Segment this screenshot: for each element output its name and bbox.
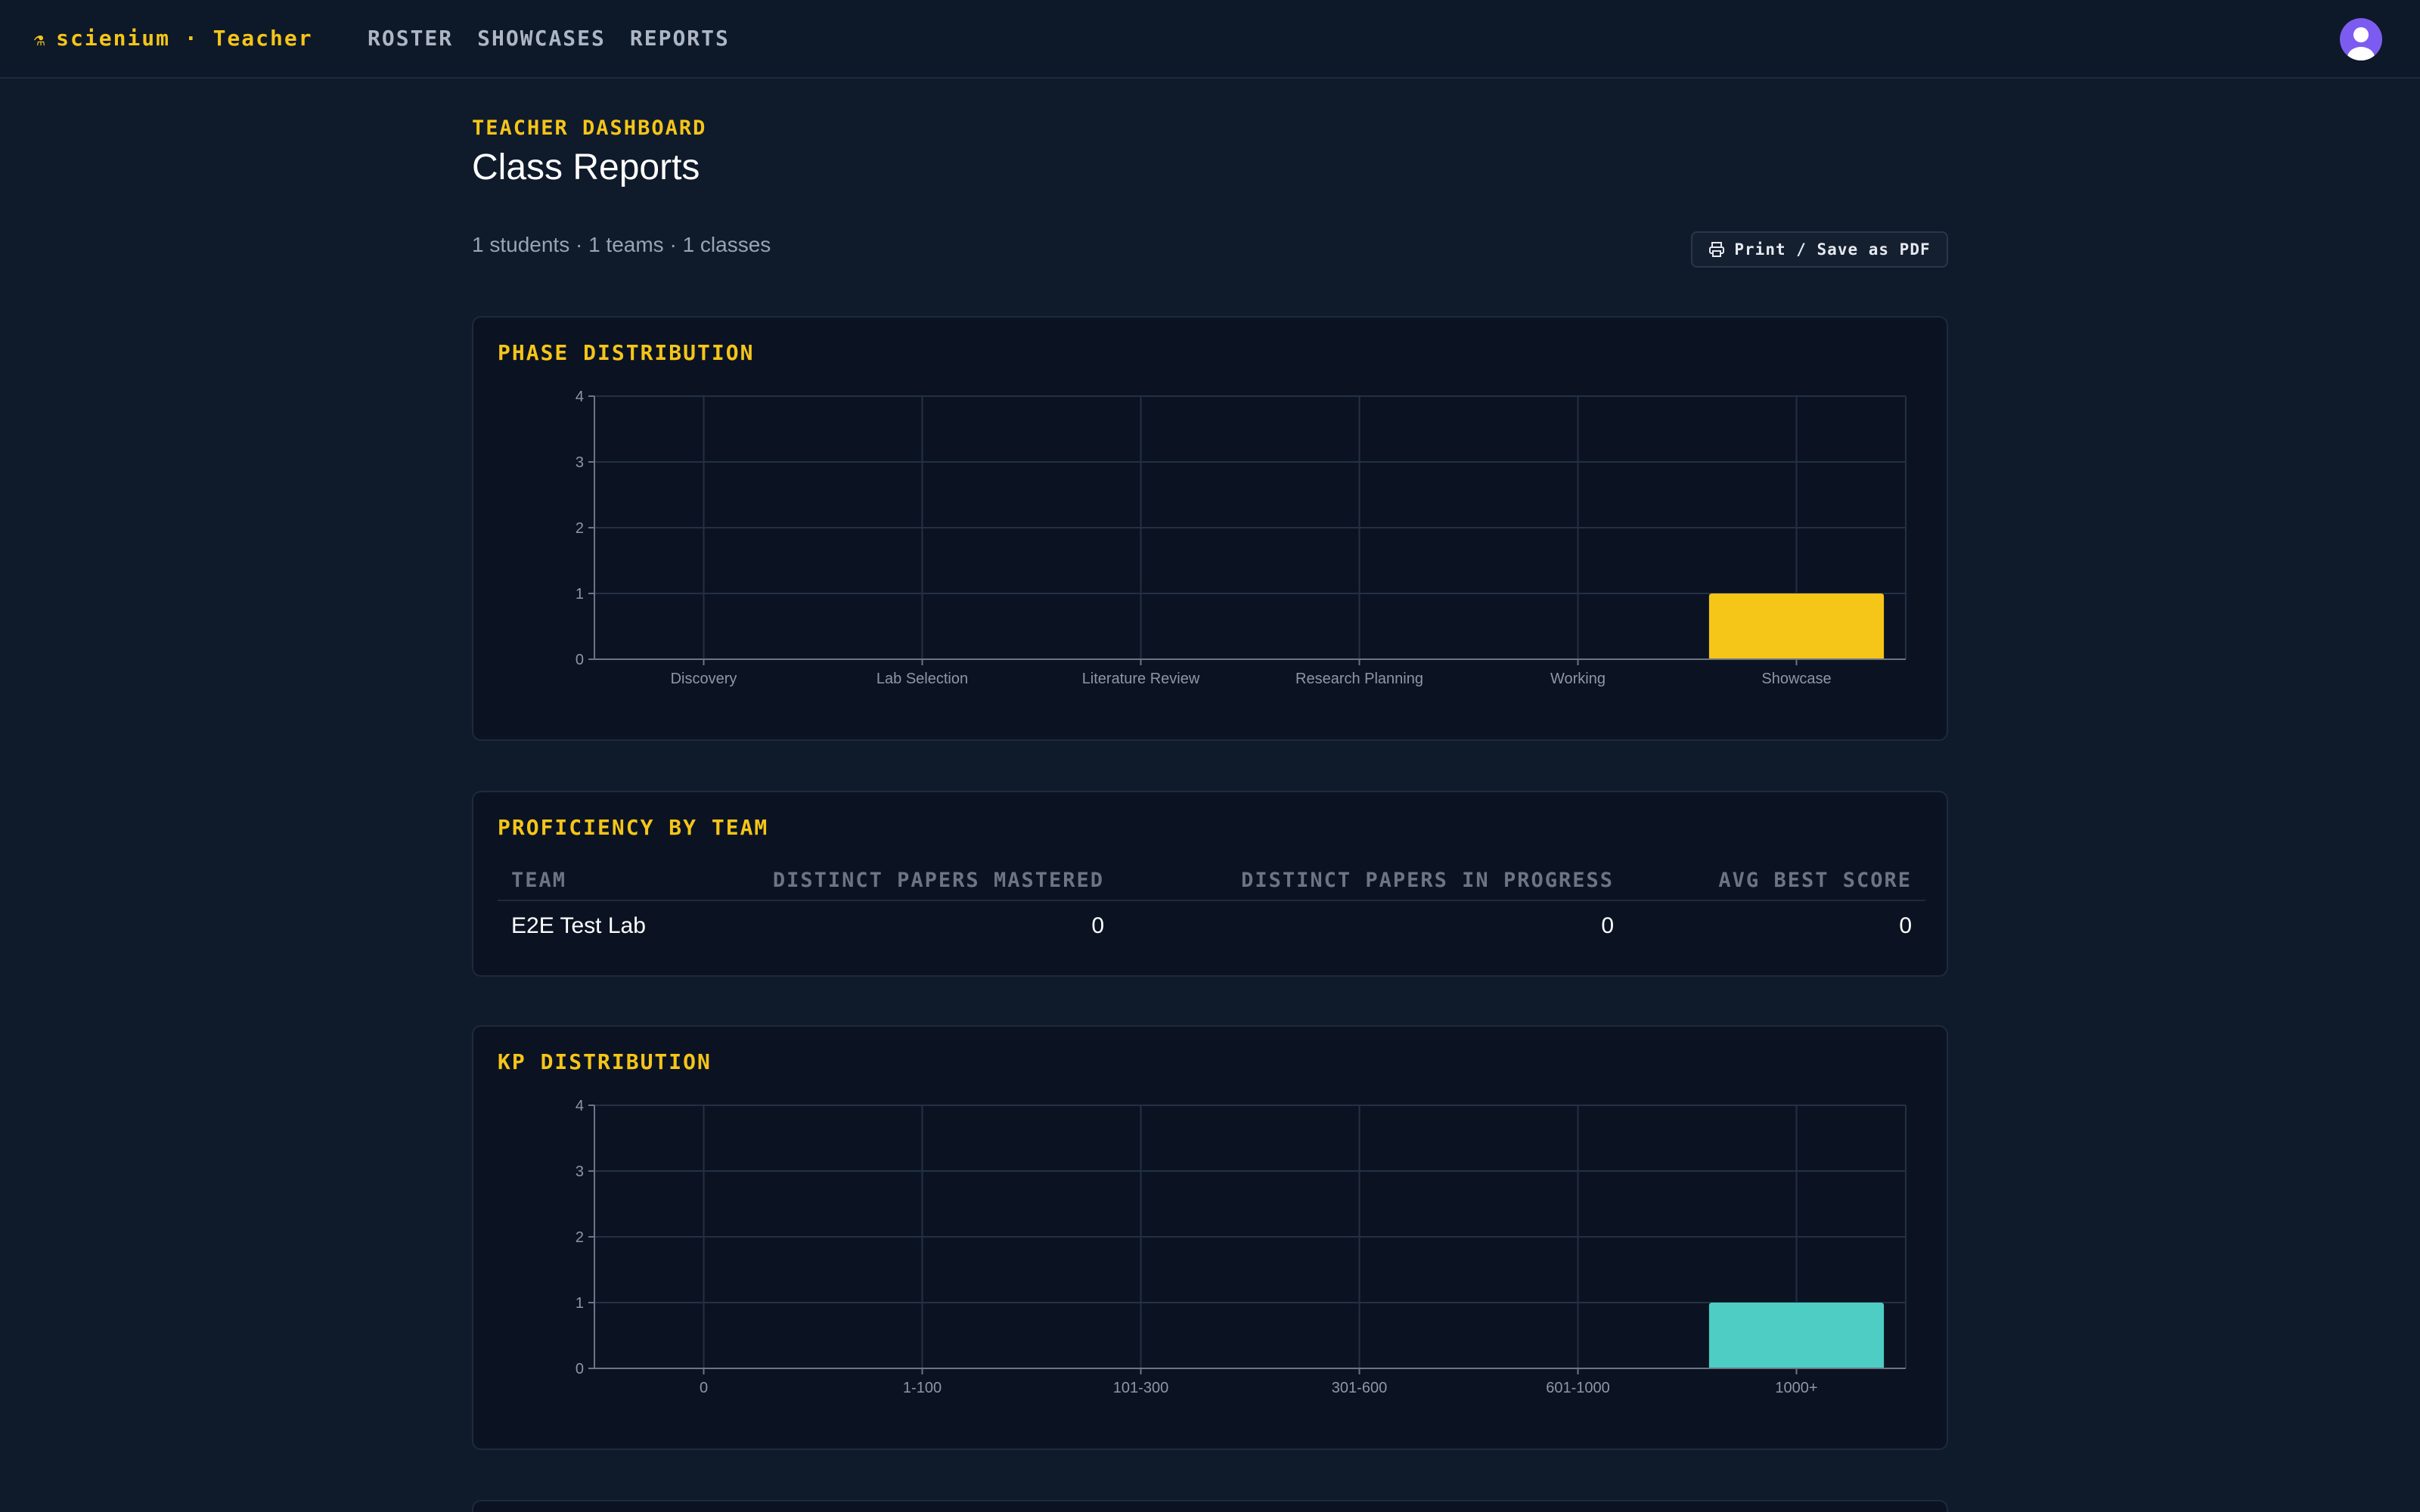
cell-mastered: 0 <box>1091 913 1104 938</box>
cell-avg-best: 0 <box>1899 913 1912 938</box>
phase-bar-showcase[interactable] <box>1708 593 1885 659</box>
top-navigation-bar: ⚗ scienium · Teacher ROSTER SHOWCASES RE… <box>0 0 2420 79</box>
print-button-label: Print / Save as PDF <box>1734 240 1931 259</box>
main-nav: ROSTER SHOWCASES REPORTS <box>368 26 730 51</box>
kp-ytick-label: 1 <box>576 1295 584 1312</box>
phase-xtick-label: Lab Selection <box>876 671 968 687</box>
phase-ytick-label: 3 <box>576 454 584 471</box>
proficiency-by-team-card: PROFICIENCY BY TEAM TEAM DISTINCT PAPERS… <box>472 791 1948 977</box>
cell-in-progress: 0 <box>1601 913 1614 938</box>
proficiency-title: PROFICIENCY BY TEAM <box>498 815 769 840</box>
table-header: TEAM DISTINCT PAPERS MASTERED DISTINCT P… <box>498 860 1925 901</box>
col-team[interactable]: TEAM <box>498 869 724 892</box>
brand[interactable]: ⚗ scienium · Teacher <box>33 26 313 51</box>
kp-bar-1000-[interactable] <box>1708 1303 1885 1368</box>
phase-xtick-label: Research Planning <box>1295 671 1423 687</box>
col-avg-best[interactable]: AVG BEST SCORE <box>1614 869 1912 892</box>
phase-ytick-label: 0 <box>576 652 584 668</box>
kp-ytick-label: 2 <box>576 1229 584 1246</box>
user-avatar[interactable] <box>2340 18 2382 60</box>
kp-xtick-label: 601-1000 <box>1546 1380 1610 1396</box>
flask-icon: ⚗ <box>33 33 48 48</box>
kp-xtick-label: 1-100 <box>903 1380 942 1396</box>
page-title: Class Reports <box>472 147 700 187</box>
proficiency-table: TEAM DISTINCT PAPERS MASTERED DISTINCT P… <box>498 860 1925 951</box>
table-row[interactable]: E2E Test Lab 0 0 0 <box>498 901 1925 951</box>
user-avatar-icon <box>2347 27 2375 60</box>
brand-label: scienium · Teacher <box>56 26 313 51</box>
phase-ytick-label: 1 <box>576 586 584 603</box>
page-eyebrow: TEACHER DASHBOARD <box>472 116 707 140</box>
phase-xtick-label: Working <box>1550 671 1606 687</box>
kp-ytick-label: 0 <box>576 1361 584 1377</box>
col-in-progress[interactable]: DISTINCT PAPERS IN PROGRESS <box>1104 869 1614 892</box>
cell-team: E2E Test Lab <box>511 913 646 938</box>
phase-distribution-card: PHASE DISTRIBUTION 0 1 2 3 4 Discovery Lab Sel… <box>472 316 1948 741</box>
phase-ytick-label: 2 <box>576 520 584 537</box>
col-mastered[interactable]: DISTINCT PAPERS MASTERED <box>724 869 1104 892</box>
nav-reports[interactable]: REPORTS <box>630 26 730 51</box>
kp-xtick-label: 0 <box>700 1380 708 1396</box>
kp-xtick-label: 1000+ <box>1775 1380 1817 1396</box>
phase-distribution-chart: 0 1 2 3 4 Discovery Lab Selection Literature Re… <box>576 389 1907 687</box>
kp-xtick-label: 101-300 <box>1113 1380 1168 1396</box>
kp-distribution-card: KP DISTRIBUTION 0 1 2 3 4 0 1-100 101-300 301-60… <box>472 1025 1948 1450</box>
kp-xtick-label: 301-600 <box>1332 1380 1387 1396</box>
kp-distribution-chart: 0 1 2 3 4 0 1-100 101-300 301-600 601-1000 1000+ <box>576 1098 1907 1396</box>
print-button[interactable]: Print / Save as PDF <box>1691 231 1948 268</box>
phase-xtick-label: Discovery <box>671 671 737 687</box>
printer-icon <box>1709 242 1725 257</box>
phase-xtick-label: Showcase <box>1761 671 1831 687</box>
phase-ytick-label: 4 <box>576 389 584 405</box>
next-report-card <box>472 1500 1948 1512</box>
kp-ytick-label: 4 <box>576 1098 584 1114</box>
phase-xtick-label: Literature Review <box>1082 671 1200 687</box>
kp-ytick-label: 3 <box>576 1163 584 1180</box>
class-summary: 1 students · 1 teams · 1 classes <box>472 233 771 256</box>
nav-roster[interactable]: ROSTER <box>368 26 453 51</box>
nav-showcases[interactable]: SHOWCASES <box>477 26 606 51</box>
